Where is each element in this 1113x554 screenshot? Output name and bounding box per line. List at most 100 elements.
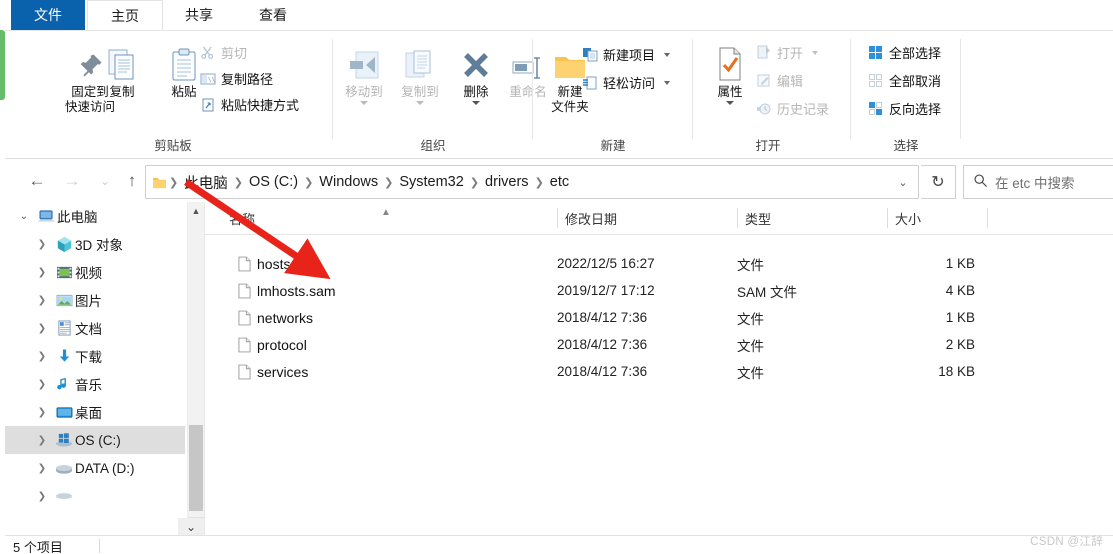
tab-view[interactable]: 查看 — [237, 0, 309, 30]
navigation-pane-scrollbar[interactable]: ▲ ▼ — [187, 202, 204, 535]
nav-item-3d-objects[interactable]: ❯ 3D 对象 — [5, 230, 185, 258]
nav-item-desktop[interactable]: ❯ 桌面 — [5, 398, 185, 426]
chevron-right-icon[interactable]: ❯ — [31, 267, 53, 278]
chevron-right-icon[interactable]: ❯ — [31, 379, 53, 390]
open-button[interactable]: 打开 — [755, 43, 819, 62]
table-row[interactable]: networks 2018/4/12 7:36 文件 1 KB — [205, 304, 1113, 331]
file-size: 4 KB — [945, 283, 975, 298]
paste-shortcut-button[interactable]: 粘贴快捷方式 — [199, 95, 299, 114]
chevron-right-icon[interactable]: ❯ — [31, 351, 53, 362]
tab-home[interactable]: 主页 — [87, 0, 163, 31]
up-arrow-icon[interactable]: ↑ — [120, 169, 144, 193]
chevron-right-icon[interactable]: ❯ — [31, 407, 53, 418]
nav-item-downloads[interactable]: ❯ 下载 — [5, 342, 185, 370]
column-divider — [737, 208, 738, 228]
chevron-right-icon[interactable]: ❯ — [31, 435, 53, 446]
move-to-button[interactable]: 移动到 — [333, 37, 395, 105]
video-icon — [53, 262, 75, 282]
invert-selection-button[interactable]: 反向选择 — [867, 99, 941, 118]
chevron-right-icon[interactable]: ❯ — [31, 295, 53, 306]
copy-icon — [105, 37, 139, 83]
breadcrumb-separator: ❯ — [534, 176, 544, 189]
copy-button[interactable]: 复制 — [91, 37, 153, 100]
column-divider — [987, 208, 988, 228]
nav-item-data-d[interactable]: ❯ DATA (D:) — [5, 454, 185, 482]
forward-arrow-icon[interactable]: → — [60, 169, 84, 193]
table-row[interactable]: protocol 2018/4/12 7:36 文件 2 KB — [205, 331, 1113, 358]
select-all-button[interactable]: 全部选择 — [867, 43, 941, 62]
nav-item-label: DATA (D:) — [75, 460, 135, 476]
new-item-button[interactable]: 新建项目 — [581, 45, 671, 64]
recent-locations-chevron-down-icon[interactable]: ⌄ — [93, 169, 117, 193]
nav-item-label: OS (C:) — [75, 432, 121, 448]
column-divider — [557, 208, 558, 228]
breadcrumb-item-this-pc[interactable]: 此电脑 — [179, 172, 233, 193]
file-icon — [231, 310, 257, 326]
breadcrumb-item-drivers[interactable]: drivers — [480, 174, 534, 190]
table-row[interactable]: services 2018/4/12 7:36 文件 18 KB — [205, 358, 1113, 385]
desktop-icon — [53, 402, 75, 422]
nav-item-partial[interactable]: ❯ — [5, 482, 185, 510]
cut-button[interactable]: 剪切 — [199, 43, 247, 62]
breadcrumb-item-os-c[interactable]: OS (C:) — [244, 174, 303, 190]
nav-item-music[interactable]: ❯ 音乐 — [5, 370, 185, 398]
file-name: protocol — [257, 336, 307, 353]
column-divider — [887, 208, 888, 228]
scissors-icon — [199, 44, 216, 61]
tab-view-label: 查看 — [259, 7, 287, 23]
nav-item-os-c[interactable]: ❯ OS (C:) — [5, 426, 185, 454]
nav-item-label: 图片 — [75, 294, 102, 309]
watermark: CSDN @江辞 — [1030, 536, 1103, 548]
nav-item-pictures[interactable]: ❯ 图片 — [5, 286, 185, 314]
address-chevron-down-icon[interactable]: ⌄ — [888, 167, 918, 197]
scroll-up-chevron-up-icon[interactable]: ▲ — [188, 202, 204, 220]
paste-label: 粘贴 — [171, 85, 197, 99]
chevron-right-icon[interactable]: ❯ — [31, 463, 53, 474]
collapse-pane-chevron-down-icon[interactable]: ⌄ — [178, 518, 204, 536]
column-header-size[interactable]: 大小 — [887, 202, 987, 234]
chevron-right-icon[interactable]: ❯ — [31, 323, 53, 334]
chevron-right-icon[interactable]: ❯ — [31, 491, 53, 502]
properties-button[interactable]: 属性 — [699, 37, 761, 105]
ribbon-group-select-label: 选择 — [893, 139, 919, 153]
file-size: 1 KB — [945, 310, 975, 325]
nav-item-label: 文档 — [75, 322, 102, 337]
file-icon — [231, 256, 257, 272]
select-none-button[interactable]: 全部取消 — [867, 71, 941, 90]
invert-selection-icon — [867, 100, 884, 117]
chevron-down-icon[interactable]: ⌄ — [13, 211, 35, 222]
ribbon-group-select: 全部选择 全部取消 反向选择 选择 — [851, 31, 961, 158]
history-button[interactable]: 历史记录 — [755, 99, 829, 118]
search-input[interactable]: 在 etc 中搜索 — [963, 165, 1113, 199]
back-arrow-icon[interactable]: ← — [25, 169, 49, 193]
easy-access-button[interactable]: 轻松访问 — [581, 73, 671, 92]
history-label: 历史记录 — [777, 102, 830, 117]
edit-button[interactable]: 编辑 — [755, 71, 803, 90]
nav-item-documents[interactable]: ❯ 文档 — [5, 314, 185, 342]
breadcrumb-bar[interactable]: ❯ 此电脑 ❯ OS (C:) ❯ Windows ❯ System32 ❯ d… — [145, 165, 919, 199]
history-icon — [755, 100, 772, 117]
open-label: 打开 — [777, 46, 804, 61]
scrollbar-thumb[interactable] — [189, 425, 203, 511]
copy-path-button[interactable]: \\ 复制路径 — [199, 69, 273, 88]
tab-share[interactable]: 共享 — [163, 0, 235, 30]
breadcrumb-item-system32[interactable]: System32 — [394, 174, 468, 190]
chevron-right-icon[interactable]: ❯ — [31, 239, 53, 250]
column-header-end — [987, 202, 997, 234]
column-header-name[interactable]: 名称 ▲ — [221, 202, 557, 234]
column-header-type[interactable]: 类型 — [737, 202, 887, 234]
refresh-icon[interactable]: ↻ — [921, 165, 956, 199]
nav-item-this-pc[interactable]: ⌄ 此电脑 — [5, 202, 185, 230]
breadcrumb-item-windows[interactable]: Windows — [314, 174, 383, 190]
breadcrumb-separator: ❯ — [469, 176, 480, 189]
column-header-date[interactable]: 修改日期 — [557, 202, 737, 234]
copy-to-button[interactable]: 复制到 — [389, 37, 451, 105]
drive-icon — [53, 486, 75, 506]
tab-file[interactable]: 文件 — [11, 0, 85, 30]
file-date: 2018/4/12 7:36 — [557, 310, 648, 325]
table-row[interactable]: hosts 2022/12/5 16:27 文件 1 KB — [205, 250, 1113, 277]
breadcrumb-item-etc[interactable]: etc — [545, 174, 574, 190]
table-row[interactable]: lmhosts.sam 2019/12/7 17:12 SAM 文件 4 KB — [205, 277, 1113, 304]
select-none-label: 全部取消 — [889, 74, 942, 89]
nav-item-videos[interactable]: ❯ 视频 — [5, 258, 185, 286]
